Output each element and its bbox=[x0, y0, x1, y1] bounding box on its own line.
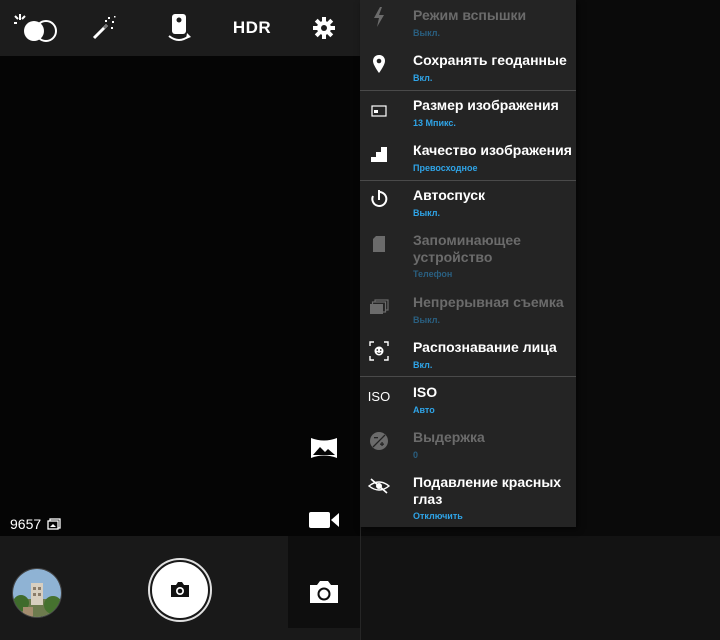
camera-icon bbox=[310, 581, 338, 603]
menu-item-value: Авто bbox=[413, 405, 435, 415]
camera-settings-menu: Режим вспышки Выкл. Сохранять геоданные … bbox=[360, 0, 576, 527]
magic-wand-icon[interactable] bbox=[88, 0, 118, 56]
menu-item-title: Качество изображения bbox=[413, 142, 572, 158]
remaining-photos-counter: 9657 bbox=[10, 516, 61, 532]
menu-item-title: Подавление красных глаз bbox=[413, 474, 562, 507]
red-eye-icon bbox=[368, 475, 390, 497]
flash-icon bbox=[368, 6, 390, 28]
menu-item-title: Запоминающее устройство bbox=[413, 232, 521, 265]
video-camera-icon bbox=[309, 512, 339, 528]
menu-item-save-geodata[interactable]: Сохранять геоданные Вкл. bbox=[360, 45, 576, 90]
menu-item-title: Распознавание лица bbox=[413, 339, 557, 355]
gallery-thumbnail[interactable] bbox=[12, 568, 62, 618]
iso-icon: ISO bbox=[367, 388, 391, 404]
menu-item-flash-mode[interactable]: Режим вспышки Выкл. bbox=[360, 0, 576, 45]
camera-icon bbox=[171, 582, 189, 597]
menu-item-title: Режим вспышки bbox=[413, 7, 527, 23]
menu-item-burst-shooting[interactable]: Непрерывная съемка Выкл. bbox=[360, 287, 576, 332]
menu-item-value: Выкл. bbox=[413, 208, 441, 218]
menu-item-red-eye-reduction[interactable]: Подавление красных глаз Отключить bbox=[360, 467, 576, 527]
menu-item-value: Превосходное bbox=[413, 163, 478, 173]
menu-item-self-timer[interactable]: Автоспуск Выкл. bbox=[360, 180, 576, 225]
exposure-comp-icon bbox=[368, 430, 390, 452]
menu-item-value: 13 Мпикс. bbox=[413, 118, 456, 128]
menu-item-value: Вкл. bbox=[413, 360, 433, 370]
menu-item-title: Размер изображения bbox=[413, 97, 559, 113]
menu-item-storage-device[interactable]: Запоминающее устройство Телефон bbox=[360, 225, 576, 287]
menu-item-image-quality[interactable]: Качество изображения Превосходное bbox=[360, 135, 576, 180]
camera-switch-icon[interactable] bbox=[164, 0, 194, 56]
photo-count: 9657 bbox=[10, 516, 42, 532]
menu-item-title: Выдержка bbox=[413, 429, 485, 445]
camera-top-bar: HDR bbox=[0, 0, 360, 56]
panorama-icon bbox=[311, 438, 337, 458]
menu-item-exposure[interactable]: Выдержка 0 bbox=[360, 422, 576, 467]
panorama-mode-button[interactable] bbox=[288, 430, 360, 466]
quality-stairs-icon bbox=[368, 143, 390, 165]
menu-item-title: Сохранять геоданные bbox=[413, 52, 567, 68]
menu-item-title: ISO bbox=[413, 384, 438, 400]
hdr-button[interactable]: HDR bbox=[233, 0, 271, 56]
sd-card-icon bbox=[368, 233, 390, 255]
shutter-button[interactable] bbox=[148, 558, 212, 622]
gear-icon[interactable] bbox=[311, 0, 337, 56]
menu-item-value: Телефон bbox=[413, 269, 453, 279]
menu-item-value: Выкл. bbox=[413, 315, 441, 325]
menu-item-value: Выкл. bbox=[413, 28, 441, 38]
menu-item-iso[interactable]: ISO ISO Авто bbox=[360, 377, 576, 422]
exposure-icon[interactable] bbox=[12, 0, 60, 56]
menu-item-title: Автоспуск bbox=[413, 187, 486, 203]
menu-item-image-size[interactable]: Размер изображения 13 Мпикс. bbox=[360, 90, 576, 135]
shutter-inner bbox=[152, 562, 208, 618]
burst-icon bbox=[368, 296, 390, 318]
image-size-icon bbox=[368, 100, 390, 122]
menu-item-value: Отключить bbox=[413, 511, 463, 521]
gallery-stack-icon bbox=[47, 518, 61, 530]
timer-icon bbox=[368, 188, 390, 210]
menu-item-value: Вкл. bbox=[413, 73, 433, 83]
photo-mode-button[interactable] bbox=[288, 574, 360, 610]
location-pin-icon bbox=[368, 53, 390, 75]
menu-item-face-detection[interactable]: Распознавание лица Вкл. bbox=[360, 332, 576, 377]
menu-item-value: 0 bbox=[413, 450, 419, 460]
video-mode-button[interactable] bbox=[288, 502, 360, 538]
face-detect-icon bbox=[368, 340, 390, 362]
menu-item-title: Непрерывная съемка bbox=[413, 294, 564, 310]
